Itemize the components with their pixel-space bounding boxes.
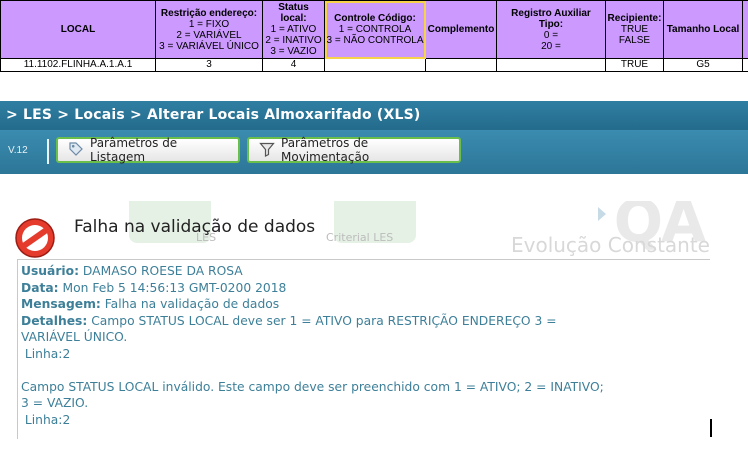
listing-params-label: Parâmetros de Listagem: [90, 136, 178, 164]
cell-restricao[interactable]: 3: [155, 58, 263, 72]
cell-overflow: [742, 58, 748, 72]
cell-registro[interactable]: [496, 58, 606, 72]
header-recipiente[interactable]: Recipiente: TRUE FALSE: [605, 0, 664, 59]
movement-params-label: Parâmetros de Movimentação: [281, 136, 370, 164]
error-dialog: LES Criterial LES QA Evolução Constante …: [0, 201, 710, 441]
table-row: 11.1102.FLINHA.A.1.A.1 3 4 TRUE G5: [0, 58, 748, 72]
cell-local[interactable]: 11.1102.FLINHA.A.1.A.1: [0, 58, 156, 72]
cell-recipiente[interactable]: TRUE: [605, 58, 664, 72]
header-overflow: [742, 0, 748, 59]
listing-params-button[interactable]: Parâmetros de Listagem: [56, 136, 240, 164]
tag-icon: [68, 141, 84, 160]
cell-tamanho[interactable]: G5: [663, 58, 743, 72]
breadcrumb: > LES > Locais > Alterar Locais Almoxari…: [6, 107, 421, 123]
bg-tile-label: Criterial LES: [326, 231, 394, 244]
arrow-right-icon: [598, 207, 606, 221]
header-local[interactable]: LOCAL: [0, 0, 156, 59]
header-restricao[interactable]: Restrição endereço: 1 = FIXO 2 = VARIÁVE…: [155, 0, 263, 59]
version-label: V.12: [8, 145, 28, 156]
usuario-line: Usuário: DAMASO ROESE DA ROSA: [21, 264, 243, 278]
filter-icon: [259, 141, 275, 160]
error-details: Usuário: DAMASO ROESE DA ROSA Data: Mon …: [17, 259, 710, 439]
spreadsheet: LOCAL Restrição endereço: 1 = FIXO 2 = V…: [0, 0, 748, 72]
linha-line: Linha:2: [21, 412, 71, 427]
movement-params-button[interactable]: Parâmetros de Movimentação: [247, 136, 461, 164]
linha-line: Linha:2: [21, 346, 71, 361]
bg-slogan: Evolução Constante: [510, 233, 710, 257]
detalhes-line: Detalhes: Campo STATUS LOCAL deve ser 1 …: [21, 313, 557, 328]
cell-status[interactable]: 4: [262, 58, 325, 72]
locais-table: LOCAL Restrição endereço: 1 = FIXO 2 = V…: [0, 0, 748, 72]
les-header-bar: > LES > Locais > Alterar Locais Almoxari…: [0, 101, 748, 130]
detalhes-continuation: VARIÁVEL ÚNICO.: [21, 330, 128, 344]
header-row: LOCAL Restrição endereço: 1 = FIXO 2 = V…: [0, 0, 748, 59]
text-cursor: [710, 419, 712, 437]
toolbar-divider: [47, 139, 49, 164]
header-status[interactable]: Status local: 1 = ATIVO 2 = INATIVO 3 = …: [262, 0, 325, 59]
header-tamanho-local[interactable]: Tamanho Local: [663, 0, 743, 59]
header-registro-auxiliar[interactable]: Registro Auxiliar Tipo: 0 = 20 =: [496, 0, 606, 59]
header-complemento[interactable]: Complemento: [425, 0, 497, 59]
error2-line: Campo STATUS LOCAL inválido. Este campo …: [21, 379, 604, 394]
header-controle-codigo[interactable]: Controle Código: 1 = CONTROLA 3 = NÃO CO…: [324, 0, 426, 59]
cell-complemento[interactable]: [425, 58, 497, 72]
error2-continuation: 3 = VAZIO.: [21, 396, 89, 410]
data-line: Data: Mon Feb 5 14:56:13 GMT-0200 2018: [21, 280, 287, 295]
prohibited-icon: [15, 218, 55, 258]
dialog-title: Falha na validação de dados: [74, 217, 316, 237]
cell-controle[interactable]: [324, 58, 426, 72]
mensagem-line: Mensagem: Falha na validação de dados: [21, 297, 280, 311]
les-toolbar: V.12 Parâmetros de Listagem Parâmetros d…: [0, 130, 748, 174]
